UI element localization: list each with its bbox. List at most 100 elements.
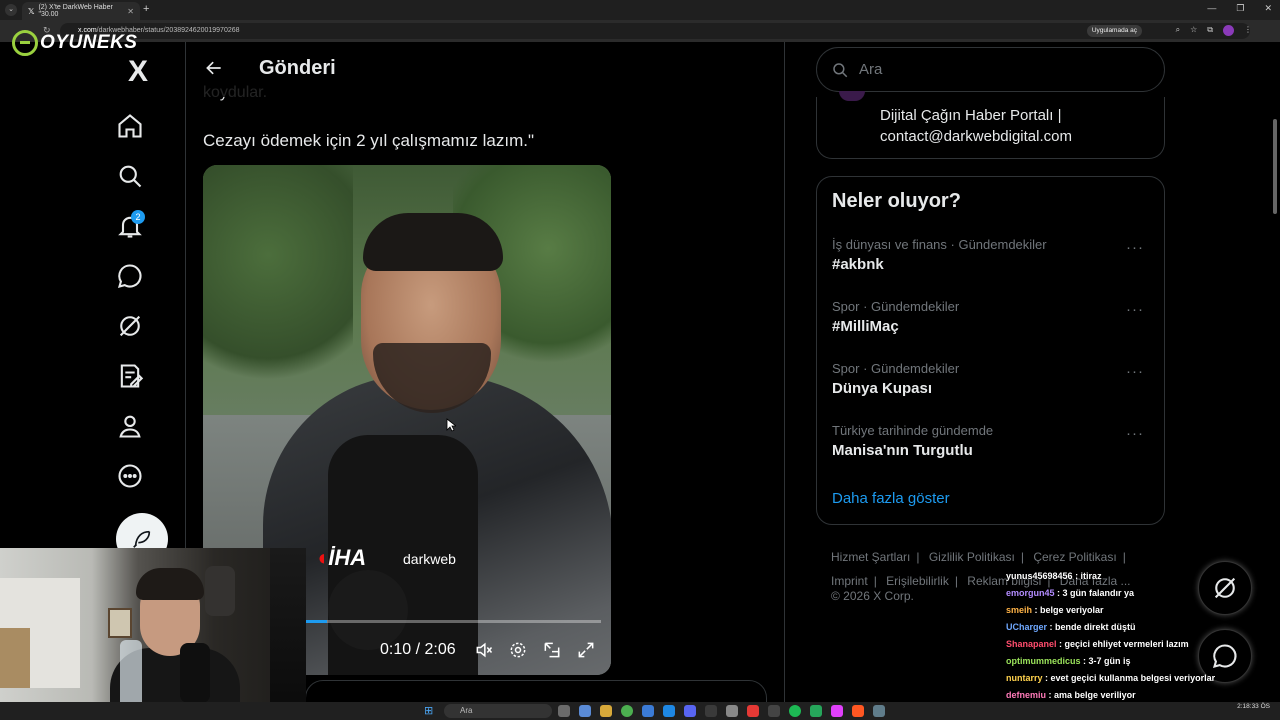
chat-message: nuntarry : evet geçici kullanma belgesi …	[1006, 670, 1276, 687]
trend-more-icon[interactable]: ···	[1126, 363, 1144, 380]
home-icon[interactable]	[116, 112, 144, 140]
window-close-icon[interactable]: ✕	[1264, 3, 1272, 14]
stream-chat: yunus45698456 : itiraz emorgun45 : 3 gün …	[1006, 568, 1276, 720]
clock-time: 2:18:33 ÖS	[1237, 703, 1270, 710]
file-explorer-icon[interactable]	[600, 705, 612, 717]
widgets-icon[interactable]	[579, 705, 591, 717]
chat-username[interactable]: UCharger	[1006, 622, 1047, 632]
lists-icon[interactable]	[116, 362, 144, 390]
chat-username[interactable]: nuntarry	[1006, 673, 1043, 683]
fullscreen-icon[interactable]	[576, 640, 596, 660]
trend-item[interactable]: Türkiye tarihinde gündemde Manisa'nın Tu…	[832, 423, 1152, 473]
zoom-icon[interactable]: ⌕	[1176, 25, 1180, 36]
browser-menu-icon[interactable]: ⋮	[1244, 25, 1252, 36]
trend-item[interactable]: Spor · Gündemdekiler Dünya Kupası ···	[832, 361, 1152, 411]
footer-link[interactable]: Gizlilik Politikası	[929, 550, 1015, 564]
chat-username[interactable]: yunus45698456	[1006, 571, 1073, 581]
profile-avatar[interactable]	[1223, 25, 1234, 36]
system-clock[interactable]: 2:18:33 ÖS	[1237, 703, 1270, 711]
url-field[interactable]: x.com/darkwebhaber/status/20389246200199…	[60, 23, 1250, 39]
mouse-cursor-icon	[446, 418, 456, 432]
search-icon[interactable]	[116, 162, 144, 190]
chat-username[interactable]: defnemiu	[1006, 690, 1046, 700]
app-icon[interactable]	[747, 705, 759, 717]
tab-search-icon[interactable]: ⌄	[5, 4, 17, 16]
feather-icon	[133, 530, 151, 548]
footer-separator: |	[1122, 550, 1126, 564]
trend-more-icon[interactable]: ···	[1126, 425, 1144, 442]
store-icon[interactable]	[642, 705, 654, 717]
footer-link[interactable]: Çerez Politikası	[1033, 550, 1116, 564]
os-taskbar: ⊞ Ara 2:18:33 ÖS	[0, 702, 1280, 720]
footer-separator: |	[873, 574, 877, 588]
grok-icon[interactable]	[116, 312, 144, 340]
video-progress-fill	[303, 620, 327, 623]
browser-tab[interactable]: 𝕏 (2) X'te DarkWeb Haber "30.00 ✕	[22, 2, 140, 20]
task-view-icon[interactable]	[558, 705, 570, 717]
video-time: 0:10 / 2:06	[380, 641, 456, 658]
windows-start-icon[interactable]: ⊞	[424, 705, 436, 717]
chat-text: : evet geçici kullanma belgesi veriyorla…	[1045, 673, 1216, 683]
app-icon[interactable]	[831, 705, 843, 717]
app-icon[interactable]	[873, 705, 885, 717]
footer-link[interactable]: Imprint	[831, 574, 868, 588]
mute-icon[interactable]	[474, 640, 494, 660]
trend-more-icon[interactable]: ···	[1126, 239, 1144, 256]
taskbar-search[interactable]: Ara	[444, 704, 552, 718]
profile-card[interactable]: Dijital Çağın Haber Portalı | contact@da…	[816, 91, 1165, 159]
webcam-box	[0, 628, 30, 688]
new-tab-icon[interactable]: +	[143, 3, 149, 15]
more-icon[interactable]	[116, 462, 144, 490]
maximize-icon[interactable]: ❐	[1236, 3, 1244, 14]
search-icon	[833, 62, 848, 77]
chat-message: smeih : belge veriyolar	[1006, 602, 1276, 619]
search-box[interactable]: Ara	[816, 47, 1165, 92]
app-icon[interactable]	[810, 705, 822, 717]
trend-meta: İş dünyası ve finans · Gündemdekiler	[832, 237, 1047, 252]
chat-text: : 3 gün falandır ya	[1057, 588, 1135, 598]
edge-icon[interactable]	[663, 705, 675, 717]
app-icon[interactable]	[768, 705, 780, 717]
footer-link[interactable]: Hizmet Şartları	[831, 550, 910, 564]
back-arrow-icon[interactable]	[204, 58, 224, 78]
chat-username[interactable]: Shanapanel	[1006, 639, 1057, 649]
tab-close-icon[interactable]: ✕	[127, 7, 134, 16]
app-icon[interactable]	[852, 705, 864, 717]
settings-gear-icon[interactable]	[508, 640, 528, 660]
trend-more-icon[interactable]: ···	[1126, 301, 1144, 318]
x-favicon-icon: 𝕏	[28, 6, 35, 16]
profile-icon[interactable]	[116, 412, 144, 440]
footer-link[interactable]: Erişilebilirlik	[886, 574, 949, 588]
video-progress-track[interactable]	[303, 620, 601, 623]
webcam-person-hair	[136, 568, 204, 600]
messages-icon[interactable]	[116, 262, 144, 290]
app-icon[interactable]	[705, 705, 717, 717]
footer-separator: |	[954, 574, 958, 588]
chat-username[interactable]: optimummedicus	[1006, 656, 1081, 666]
chat-username[interactable]: smeih	[1006, 605, 1032, 615]
profile-bio-line1: Dijital Çağın Haber Portalı |	[880, 107, 1062, 124]
trend-item[interactable]: Spor · Gündemdekiler #MilliMaç ···	[832, 299, 1152, 349]
open-in-app-button[interactable]: Uygulamada aç	[1086, 25, 1142, 37]
picture-in-picture-icon[interactable]	[542, 640, 562, 660]
address-bar-row: ← ↻ x.com/darkwebhaber/status/2038924620…	[0, 20, 1280, 42]
discord-icon[interactable]	[684, 705, 696, 717]
chat-username[interactable]: emorgun45	[1006, 588, 1055, 598]
webcam-microphone	[180, 643, 210, 703]
chat-message: yunus45698456 : itiraz	[1006, 568, 1276, 585]
notification-badge: 2	[131, 210, 145, 224]
spotify-icon[interactable]	[789, 705, 801, 717]
trend-name: Manisa'nın Turgutlu	[832, 442, 973, 459]
show-more-link[interactable]: Daha fazla göster	[832, 490, 950, 507]
bookmark-star-icon[interactable]: ☆	[1190, 25, 1197, 36]
trend-name: #akbnk	[832, 256, 884, 273]
trend-item[interactable]: İş dünyası ve finans · Gündemdekiler #ak…	[832, 237, 1152, 287]
chrome-icon[interactable]	[621, 705, 633, 717]
app-icon[interactable]	[726, 705, 738, 717]
scrollbar-thumb[interactable]	[1273, 119, 1277, 214]
channel-logo: OYUNEKS	[12, 30, 137, 56]
trend-meta: Türkiye tarihinde gündemde	[832, 423, 994, 438]
extensions-icon[interactable]: ⧉	[1207, 25, 1213, 36]
minimize-icon[interactable]: —	[1207, 3, 1216, 14]
profile-bio-line2: contact@darkwebdigital.com	[880, 128, 1072, 145]
